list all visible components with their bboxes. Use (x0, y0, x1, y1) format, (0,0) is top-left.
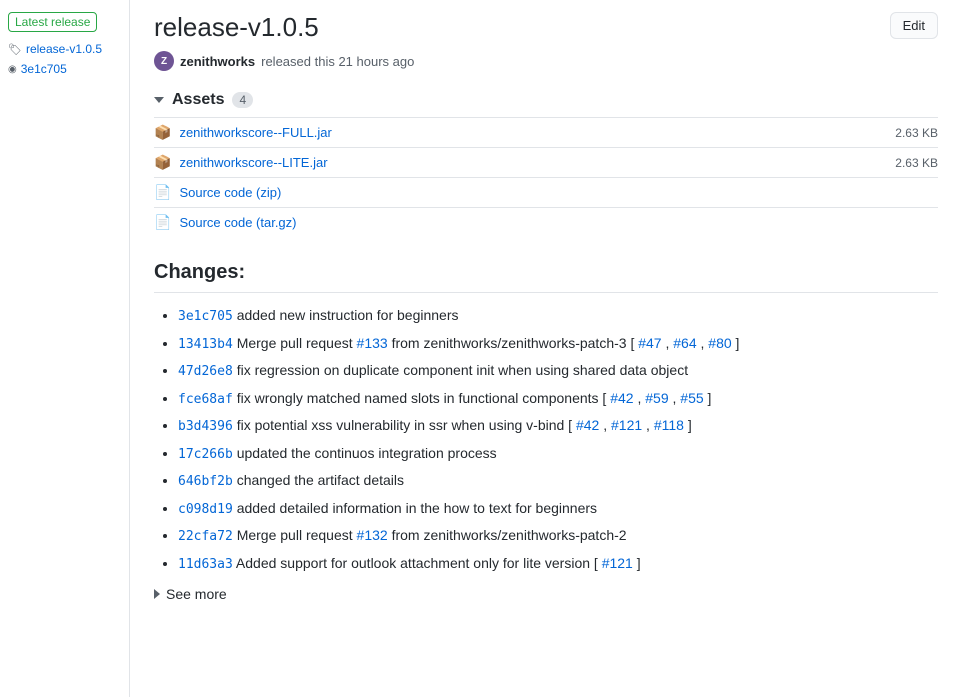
comma-sep: , (646, 417, 654, 433)
commit-text: from zenithworks/zenithworks-patch-3 [ (392, 335, 639, 351)
asset-left-lite: 📦 zenithworkscore--LITE.jar (154, 154, 328, 171)
commit-text: ] (708, 390, 712, 406)
jar-icon: 📦 (154, 124, 171, 141)
pr-link[interactable]: #64 (673, 335, 696, 351)
commit-hash-link[interactable]: b3d4396 (178, 419, 233, 434)
sidebar: Latest release 🏷 release-v1.0.5 ◉ 3e1c70… (0, 0, 130, 697)
commit-text: Merge pull request (237, 527, 357, 543)
changes-list: 3e1c705 added new instruction for beginn… (154, 305, 938, 574)
commit-hash-link[interactable]: 11d63a3 (178, 557, 233, 572)
commit-hash-link[interactable]: 22cfa72 (178, 529, 233, 544)
list-item: 17c266b updated the continuos integratio… (178, 443, 938, 465)
list-item: 47d26e8 fix regression on duplicate comp… (178, 360, 938, 382)
author-link[interactable]: zenithworks (180, 54, 255, 69)
list-item: fce68af fix wrongly matched named slots … (178, 388, 938, 410)
pr-link[interactable]: #42 (610, 390, 633, 406)
jar-lite-icon: 📦 (154, 154, 171, 171)
targz-icon: 📄 (154, 214, 171, 231)
commit-text: added detailed information in the how to… (237, 500, 597, 516)
asset-left: 📦 zenithworkscore--FULL.jar (154, 124, 332, 141)
commit-text: fix regression on duplicate component in… (237, 362, 688, 378)
asset-lite-jar-link[interactable]: zenithworkscore--LITE.jar (179, 155, 327, 170)
commit-hash-link[interactable]: 13413b4 (178, 337, 233, 352)
commit-hash-link[interactable]: 17c266b (178, 447, 233, 462)
release-header: release-v1.0.5 Edit (154, 12, 938, 43)
zip-icon: 📄 (154, 184, 171, 201)
changes-section: Changes: 3e1c705 added new instruction f… (154, 261, 938, 602)
commit-text: from zenithworks/zenithworks-patch-2 (392, 527, 627, 543)
commit-text: changed the artifact details (237, 472, 404, 488)
comma-sep: , (603, 417, 611, 433)
asset-item-lite-jar: 📦 zenithworkscore--LITE.jar 2.63 KB (154, 147, 938, 177)
commit-text: fix potential xss vulnerability in ssr w… (237, 417, 576, 433)
tag-link[interactable]: release-v1.0.5 (26, 42, 102, 56)
commit-text: Merge pull request (237, 335, 357, 351)
pr-link[interactable]: #121 (611, 417, 642, 433)
source-zip-link[interactable]: Source code (zip) (179, 185, 281, 200)
tag-icon: 🏷 (8, 43, 22, 56)
assets-count: 4 (232, 92, 253, 108)
commit-text: ] (736, 335, 740, 351)
commit-text: ] (688, 417, 692, 433)
avatar: Z (154, 51, 174, 71)
list-item: 22cfa72 Merge pull request #132 from zen… (178, 525, 938, 547)
latest-release-badge: Latest release (8, 12, 97, 32)
commit-text: Added support for outlook attachment onl… (236, 555, 602, 571)
list-item: b3d4396 fix potential xss vulnerability … (178, 415, 938, 437)
source-targz-link[interactable]: Source code (tar.gz) (179, 215, 296, 230)
commit-hash-link[interactable]: 646bf2b (178, 474, 233, 489)
pr-link[interactable]: #132 (357, 527, 388, 543)
assets-chevron-icon (154, 97, 164, 103)
commit-link[interactable]: 3e1c705 (21, 62, 67, 76)
commit-hash-link[interactable]: fce68af (178, 392, 233, 407)
source-targz-item: 📄 Source code (tar.gz) (154, 207, 938, 237)
pr-link[interactable]: #42 (576, 417, 599, 433)
asset-full-jar-size: 2.63 KB (895, 126, 938, 140)
pr-link[interactable]: #80 (708, 335, 731, 351)
assets-title: Assets (172, 91, 224, 109)
commit-text: ] (637, 555, 641, 571)
asset-item-full-jar: 📦 zenithworkscore--FULL.jar 2.63 KB (154, 117, 938, 147)
sidebar-commit: ◉ 3e1c705 (8, 62, 121, 76)
see-more-label: See more (166, 586, 227, 602)
list-item: 11d63a3 Added support for outlook attach… (178, 553, 938, 575)
commit-icon: ◉ (8, 64, 17, 75)
pr-link[interactable]: #121 (602, 555, 633, 571)
see-more-chevron-icon (154, 589, 160, 599)
source-zip-item: 📄 Source code (zip) (154, 177, 938, 207)
list-item: 646bf2b changed the artifact details (178, 470, 938, 492)
list-item: 13413b4 Merge pull request #133 from zen… (178, 333, 938, 355)
commit-text: fix wrongly matched named slots in funct… (237, 390, 611, 406)
see-more[interactable]: See more (154, 586, 938, 602)
pr-link[interactable]: #47 (638, 335, 661, 351)
commit-hash-link[interactable]: 47d26e8 (178, 364, 233, 379)
pr-link[interactable]: #133 (357, 335, 388, 351)
asset-full-jar-link[interactable]: zenithworkscore--FULL.jar (179, 125, 331, 140)
assets-header[interactable]: Assets 4 (154, 91, 938, 109)
list-item: c098d19 added detailed information in th… (178, 498, 938, 520)
main-content: release-v1.0.5 Edit Z zenithworks releas… (130, 0, 962, 697)
changes-title: Changes: (154, 261, 938, 293)
commit-hash-link[interactable]: c098d19 (178, 502, 233, 517)
release-meta: Z zenithworks released this 21 hours ago (154, 51, 938, 71)
sidebar-tag: 🏷 release-v1.0.5 (8, 42, 121, 56)
commit-text: added new instruction for beginners (237, 307, 459, 323)
pr-link[interactable]: #59 (645, 390, 668, 406)
commit-text: updated the continuos integration proces… (237, 445, 497, 461)
release-description: released this 21 hours ago (261, 54, 414, 69)
commit-hash-link[interactable]: 3e1c705 (178, 309, 233, 324)
list-item: 3e1c705 added new instruction for beginn… (178, 305, 938, 327)
release-title: release-v1.0.5 (154, 12, 319, 43)
assets-section: Assets 4 📦 zenithworkscore--FULL.jar 2.6… (154, 91, 938, 237)
asset-lite-jar-size: 2.63 KB (895, 156, 938, 170)
pr-link[interactable]: #118 (654, 417, 684, 433)
pr-link[interactable]: #55 (680, 390, 703, 406)
edit-button[interactable]: Edit (890, 12, 938, 39)
